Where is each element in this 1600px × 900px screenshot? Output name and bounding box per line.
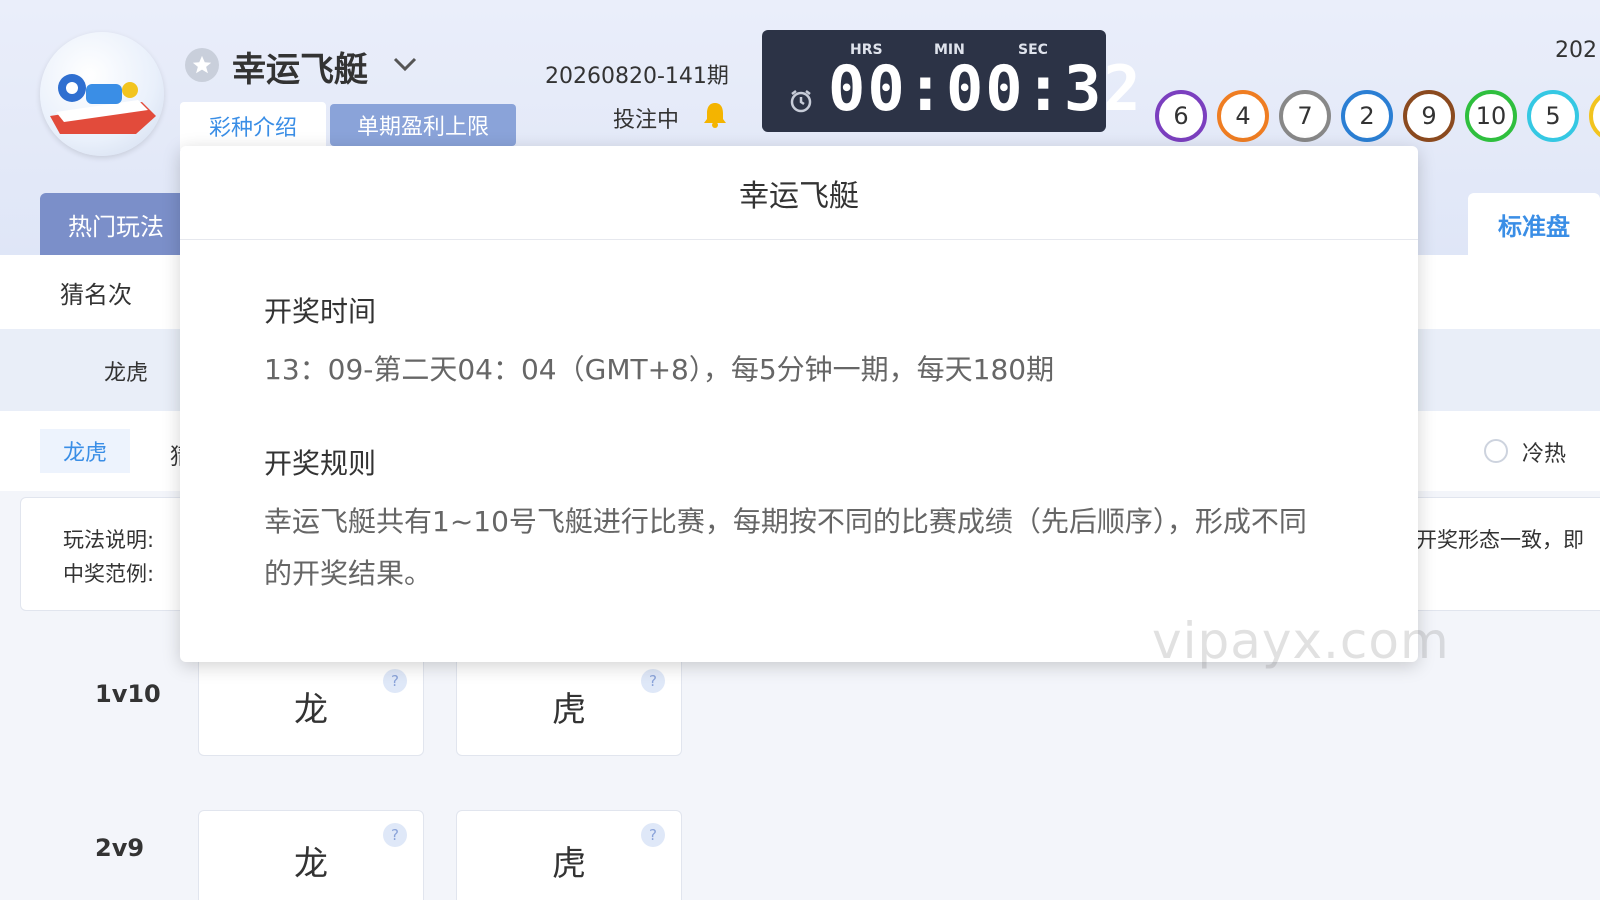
coldhot-label[interactable]: 冷热 bbox=[1522, 436, 1566, 468]
bet-status: 投注中 bbox=[613, 108, 680, 133]
result-ball: 5 bbox=[1527, 90, 1579, 142]
result-ball: 10 bbox=[1465, 90, 1517, 142]
issue-number: 20260820-141期 bbox=[545, 64, 729, 89]
match-label: 2v9 bbox=[95, 834, 145, 862]
result-ball: 2 bbox=[1341, 90, 1393, 142]
tab-profit-limit[interactable]: 单期盈利上限 bbox=[330, 104, 516, 146]
tab-lottery-intro[interactable]: 彩种介绍 bbox=[180, 102, 326, 150]
bell-icon bbox=[704, 103, 726, 128]
bet-option-label: 虎 bbox=[552, 843, 586, 884]
draw-time-heading: 开奖时间 bbox=[264, 295, 377, 328]
help-icon[interactable]: ? bbox=[383, 669, 407, 693]
subtab-longhu[interactable]: 龙虎 bbox=[40, 429, 130, 473]
play-description-label: 玩法说明: bbox=[63, 528, 155, 552]
draw-date-fragment: 202 bbox=[1555, 38, 1597, 63]
tab-standard[interactable]: 标准盘 bbox=[1468, 193, 1600, 255]
watermark: vipayx.com bbox=[1152, 612, 1450, 670]
bet-option-label: 虎 bbox=[552, 689, 586, 730]
lottery-intro-popup: 幸运飞艇 开奖时间 13：09-第二天04：04（GMT+8），每5分钟一期，每… bbox=[180, 146, 1418, 662]
alarm-clock-icon bbox=[790, 90, 812, 113]
help-icon[interactable]: ? bbox=[641, 669, 665, 693]
play-type-longhu[interactable]: 龙虎 bbox=[104, 355, 148, 387]
draw-time-text: 13：09-第二天04：04（GMT+8），每5分钟一期，每天180期 bbox=[264, 353, 1055, 386]
result-ball: 7 bbox=[1279, 90, 1331, 142]
timer-value: 00:00:32 bbox=[828, 52, 1143, 125]
win-example-label: 中奖范例: bbox=[63, 562, 155, 586]
chevron-down-icon[interactable] bbox=[392, 54, 418, 74]
boat-icon bbox=[50, 74, 156, 134]
category-guess-rank[interactable]: 猜名次 bbox=[60, 275, 132, 310]
favorite-star-icon[interactable] bbox=[185, 48, 219, 82]
help-icon[interactable]: ? bbox=[383, 823, 407, 847]
bet-option-dragon[interactable]: 龙 ? bbox=[198, 656, 424, 756]
bet-option-dragon[interactable]: 龙 ? bbox=[198, 810, 424, 900]
draw-rule-text: 幸运飞艇共有1~10号飞艇进行比赛，每期按不同的比赛成绩（先后顺序），形成不同的… bbox=[264, 505, 1307, 590]
latest-results: 6 4 7 2 9 10 5 bbox=[1155, 90, 1600, 146]
play-description-text: 开奖形态一致，即 bbox=[1416, 528, 1584, 552]
help-icon[interactable]: ? bbox=[641, 823, 665, 847]
result-ball bbox=[1589, 90, 1600, 142]
bet-option-label: 龙 bbox=[294, 689, 328, 730]
bet-option-tiger[interactable]: 虎 ? bbox=[456, 656, 682, 756]
popup-title: 幸运飞艇 bbox=[180, 146, 1418, 240]
result-ball: 4 bbox=[1217, 90, 1269, 142]
bet-option-label: 龙 bbox=[294, 843, 328, 884]
coldhot-radio[interactable] bbox=[1484, 439, 1508, 463]
result-ball: 6 bbox=[1155, 90, 1207, 142]
lottery-name[interactable]: 幸运飞艇 bbox=[232, 42, 368, 91]
draw-rule-heading: 开奖规则 bbox=[264, 447, 377, 480]
match-label: 1v10 bbox=[95, 680, 161, 708]
bet-option-tiger[interactable]: 虎 ? bbox=[456, 810, 682, 900]
lottery-logo bbox=[40, 32, 164, 156]
result-ball: 9 bbox=[1403, 90, 1455, 142]
countdown-timer: HRS MIN SEC 00:00:32 bbox=[762, 30, 1141, 132]
